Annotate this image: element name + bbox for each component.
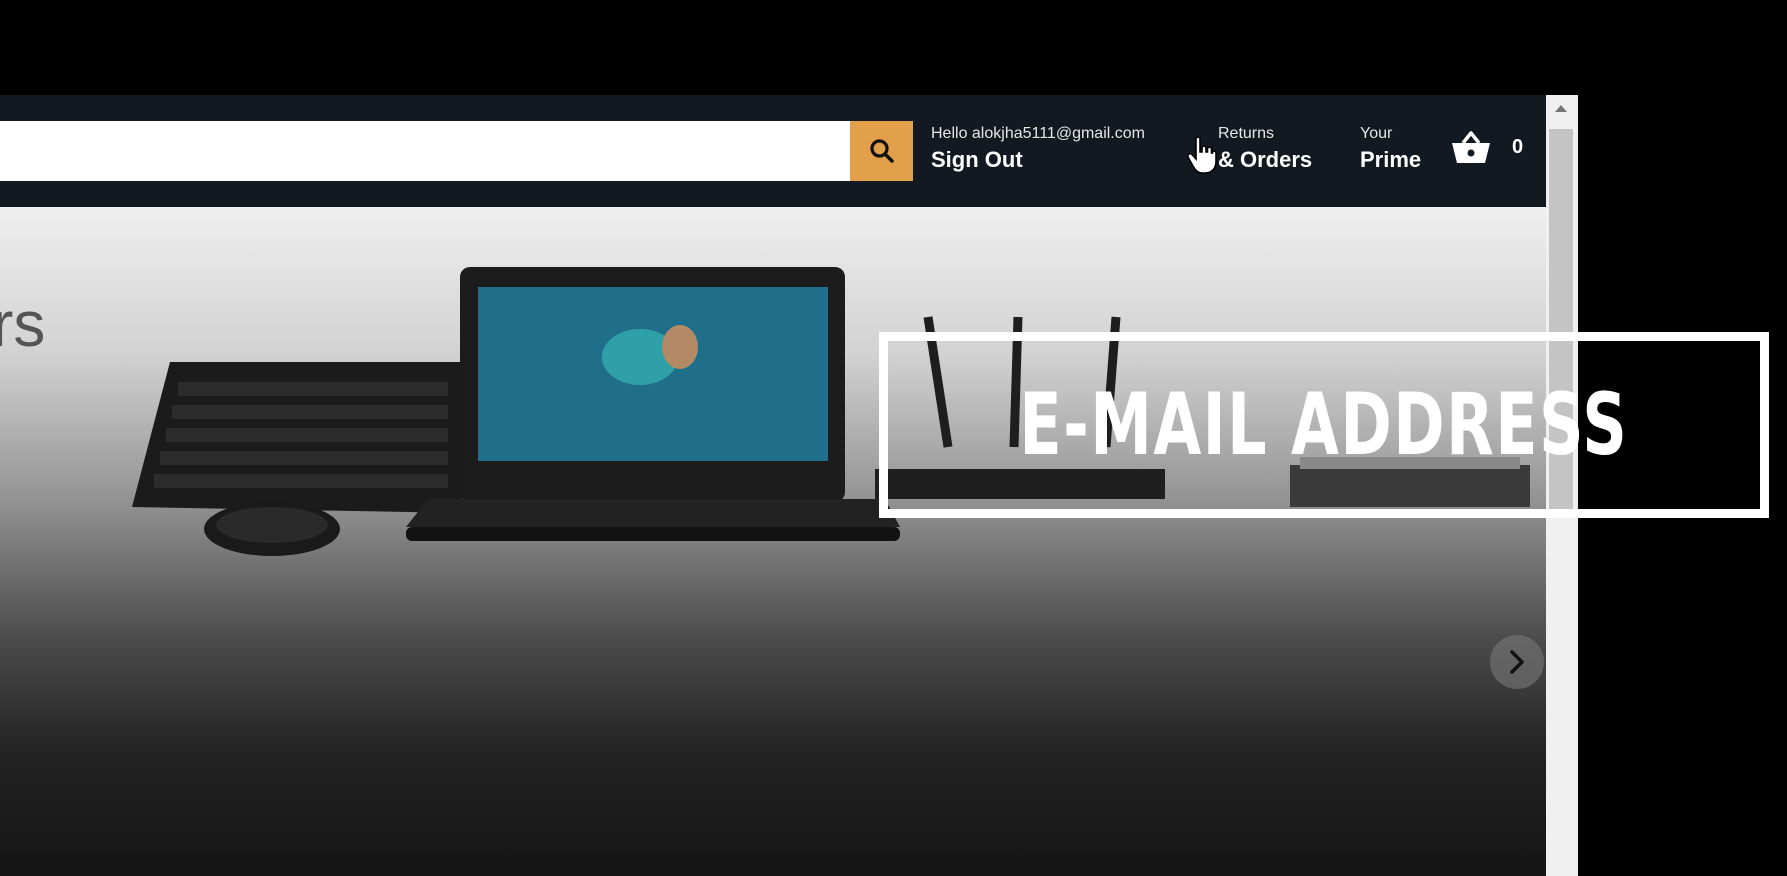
sign-out-link[interactable]: Sign Out xyxy=(931,147,1145,173)
cart-count: 0 xyxy=(1512,135,1524,158)
prime-label: Prime xyxy=(1360,147,1422,172)
site-header: Hello alokjha5111@gmail.com Sign Out Ret… xyxy=(0,95,1546,207)
caption-overlay: E-MAIL ADDRESS xyxy=(879,332,1769,518)
hand-pointer-icon xyxy=(1187,136,1217,174)
account-menu[interactable]: Hello alokjha5111@gmail.com Sign Out xyxy=(931,125,1145,173)
your-label: Your xyxy=(1360,125,1393,142)
returns-orders-link[interactable]: Returns & Orders xyxy=(1218,125,1312,173)
hero-carousel: rs xyxy=(0,207,1546,876)
search-input[interactable] xyxy=(0,121,850,181)
caption-text: E-MAIL ADDRESS xyxy=(1019,375,1629,475)
search-icon xyxy=(869,139,894,163)
scroll-up-arrow-icon[interactable] xyxy=(1552,101,1570,115)
cart-link[interactable]: 0 xyxy=(1450,129,1523,165)
product-image xyxy=(132,267,1530,556)
cart-icon xyxy=(1452,131,1490,163)
returns-label: Returns xyxy=(1218,125,1275,142)
account-greeting: Hello alokjha5111@gmail.com xyxy=(931,125,1145,142)
search-button[interactable] xyxy=(850,121,913,181)
your-prime-link[interactable]: Your Prime xyxy=(1360,125,1421,173)
carousel-next-button[interactable] xyxy=(1490,635,1544,689)
chevron-right-icon xyxy=(1510,650,1524,674)
orders-label: & Orders xyxy=(1218,147,1313,172)
